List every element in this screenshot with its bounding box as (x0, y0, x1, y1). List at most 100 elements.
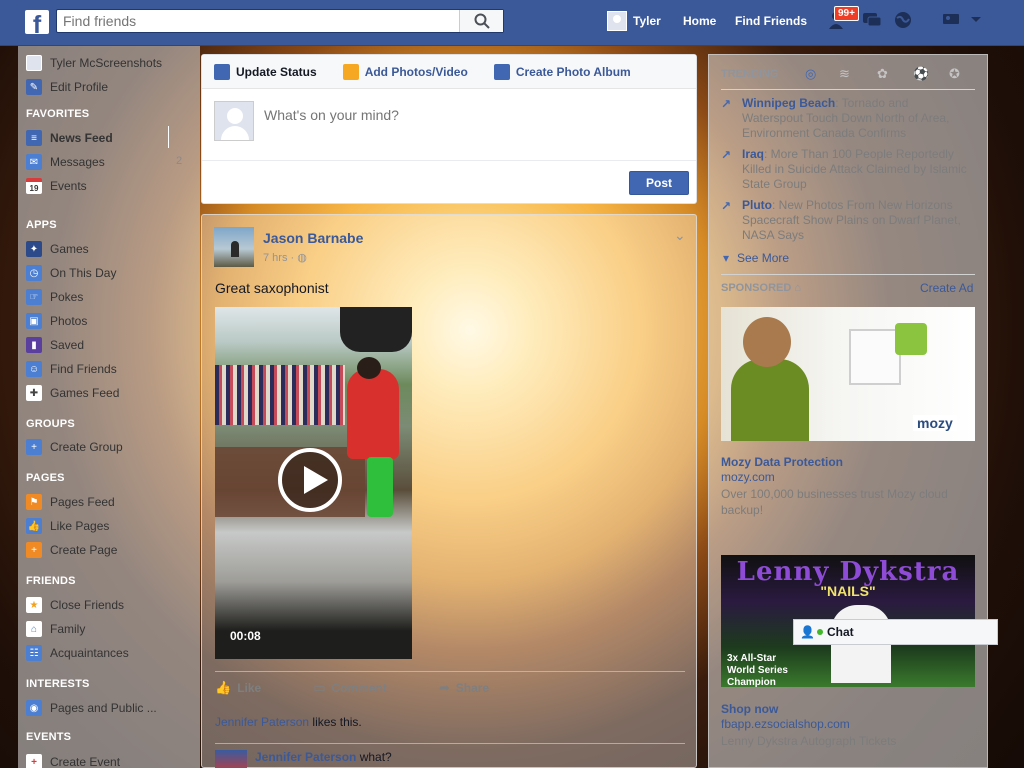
sidebar-item-news-feed[interactable]: ≡ News Feed (26, 128, 113, 148)
sidebar-item-label: Close Friends (50, 598, 125, 612)
commenter-avatar[interactable] (215, 750, 247, 768)
games-icon: ✦ (26, 241, 42, 257)
create-ad-link[interactable]: Create Ad (920, 281, 973, 295)
trending-topic-name[interactable]: Iraq (742, 147, 764, 161)
sidebar-item-find-friends[interactable]: ☺ Find Friends (26, 359, 117, 379)
ad-title[interactable]: Shop now (721, 702, 778, 716)
sidebar-item-pages-and-public[interactable]: ◉ Pages and Public ... (26, 698, 157, 718)
sidebar-item-profile[interactable]: Tyler McScreenshots (26, 53, 162, 73)
account-menu-chevron-down-icon[interactable] (965, 10, 987, 30)
nav-profile-link[interactable]: Tyler (607, 0, 661, 42)
divider (721, 89, 975, 90)
sidebar-item-edit-profile[interactable]: ✎ Edit Profile (26, 77, 108, 97)
trending-topic-name[interactable]: Pluto (742, 198, 772, 212)
commenter-name[interactable]: Jennifer Paterson (255, 750, 356, 764)
trending-topic-text: : New Photos From New Horizons Spacecraf… (742, 198, 961, 242)
sidebar-item-create-page[interactable]: + Create Page (26, 540, 117, 560)
chat-tab[interactable]: 👤 Chat (793, 619, 998, 645)
sidebar-item-acquaintances[interactable]: ☷ Acquaintances (26, 643, 129, 663)
privacy-shortcuts-icon[interactable] (940, 10, 962, 30)
sidebar-item-like-pages[interactable]: 👍 Like Pages (26, 516, 109, 536)
search-input[interactable] (57, 10, 459, 32)
trending-item[interactable]: ↗ Iraq: More Than 100 People Reportedly … (721, 147, 971, 192)
sidebar-item-label: Photos (50, 314, 88, 328)
sidebar-item-pages-feed[interactable]: ⚑ Pages Feed (26, 492, 115, 512)
trending-science-icon[interactable]: ✿ (877, 66, 888, 82)
ad-domain[interactable]: fbapp.ezsocialshop.com (721, 717, 850, 731)
trending-entertainment-icon[interactable]: ✪ (949, 66, 960, 82)
ad-image-mozy[interactable]: mozy (721, 307, 975, 441)
megaphone-icon: ⌂ (794, 282, 802, 294)
sidebar-item-games[interactable]: ✦ Games (26, 239, 89, 259)
comment-button[interactable]: ▭ Comment (313, 680, 387, 696)
trending-top-icon[interactable]: ◎ (805, 66, 816, 82)
sidebar-item-close-friends[interactable]: ★ Close Friends (26, 595, 124, 615)
nav-home-link[interactable]: Home (683, 0, 716, 42)
play-icon[interactable] (278, 448, 342, 512)
sidebar-item-label: Messages (50, 155, 105, 169)
share-button[interactable]: ➦ Share (439, 680, 489, 696)
ad-image-person-head (743, 317, 791, 367)
messages-icon[interactable] (861, 10, 883, 30)
thumbs-up-icon: 👍 (215, 679, 232, 695)
ad-image-person-body (731, 359, 809, 441)
globe-icon[interactable] (892, 10, 914, 30)
status-input[interactable] (264, 107, 664, 123)
video-frame-crowd (215, 365, 345, 425)
acquaintances-icon: ☷ (26, 645, 42, 661)
ad-title[interactable]: Mozy Data Protection (721, 455, 843, 469)
trending-politics-icon[interactable]: ≋ (839, 66, 850, 82)
avatar (26, 55, 42, 71)
sidebar-item-games-feed[interactable]: ✚ Games Feed (26, 383, 119, 403)
author-name[interactable]: Jason Barnabe (263, 230, 363, 246)
like-button[interactable]: 👍 Like (215, 680, 261, 696)
post-options-chevron-down-icon[interactable]: ⌄ (674, 227, 686, 244)
tab-create-album[interactable]: Create Photo Album (493, 63, 631, 80)
sidebar-item-messages[interactable]: ✉ Messages (26, 152, 105, 172)
gamepad-icon: ✚ (26, 385, 42, 401)
sidebar-item-label: Create Page (50, 543, 118, 557)
search-button[interactable] (459, 10, 503, 32)
comment-item: Jennifer Paterson what? (215, 743, 685, 768)
sidebar-item-events[interactable]: 19 Events (26, 176, 87, 196)
author-avatar[interactable] (214, 227, 254, 267)
tab-update-status[interactable]: Update Status (214, 63, 317, 80)
trending-item[interactable]: ↗ Winnipeg Beach: Tornado and Waterspout… (721, 96, 971, 141)
sidebar-item-label: Create Event (50, 755, 121, 768)
star-icon: ★ (26, 597, 42, 613)
post-button[interactable]: Post (629, 171, 689, 195)
trending-topic-text: : More Than 100 People Reportedly Killed… (742, 147, 967, 191)
liker-name[interactable]: Jennifer Paterson (215, 715, 309, 729)
sidebar-item-pokes[interactable]: ☞ Pokes (26, 287, 83, 307)
online-status-dot (816, 629, 823, 635)
facebook-logo[interactable]: f (25, 10, 49, 34)
favorites-header: FAVORITES (26, 108, 90, 120)
pencil-icon (214, 63, 230, 80)
post-actions: 👍 Like ▭ Comment ➦ Share (215, 671, 685, 703)
nav-find-friends-link[interactable]: Find Friends (735, 0, 807, 42)
comment-icon: ▭ (313, 679, 326, 695)
video-frame-head (357, 357, 381, 379)
video-frame-person (347, 369, 399, 459)
sidebar-item-label: On This Day (50, 266, 117, 280)
trending-item[interactable]: ↗ Pluto: New Photos From New Horizons Sp… (721, 198, 971, 243)
video-player[interactable]: 00:08 (215, 307, 412, 659)
sidebar-item-on-this-day[interactable]: ◷ On This Day (26, 263, 116, 283)
sidebar-item-family[interactable]: ⌂ Family (26, 619, 85, 639)
sidebar-item-photos[interactable]: ▣ Photos (26, 311, 87, 331)
ad-body: Lenny Dykstra Autograph Tickets (721, 734, 897, 748)
sidebar-item-create-event[interactable]: + Create Event (26, 752, 120, 768)
see-more-label: See More (737, 251, 790, 265)
sidebar-item-create-group[interactable]: + Create Group (26, 437, 123, 457)
trending-sports-icon[interactable]: ⚽ (913, 66, 929, 82)
trending-topic-name[interactable]: Winnipeg Beach (742, 96, 835, 110)
sidebar-item-saved[interactable]: ▮ Saved (26, 335, 84, 355)
ad-domain[interactable]: mozy.com (721, 470, 775, 484)
tab-add-photos[interactable]: Add Photos/Video (342, 63, 468, 80)
groups-header: GROUPS (26, 418, 75, 430)
see-more-link[interactable]: ▾ See More (723, 251, 789, 265)
post-timestamp[interactable]: 7 hrs · ◍ (263, 251, 307, 264)
trending-arrow-icon: ↗ (721, 148, 732, 162)
interests-header: INTERESTS (26, 678, 90, 690)
sidebar-item-label: Like Pages (50, 519, 110, 533)
